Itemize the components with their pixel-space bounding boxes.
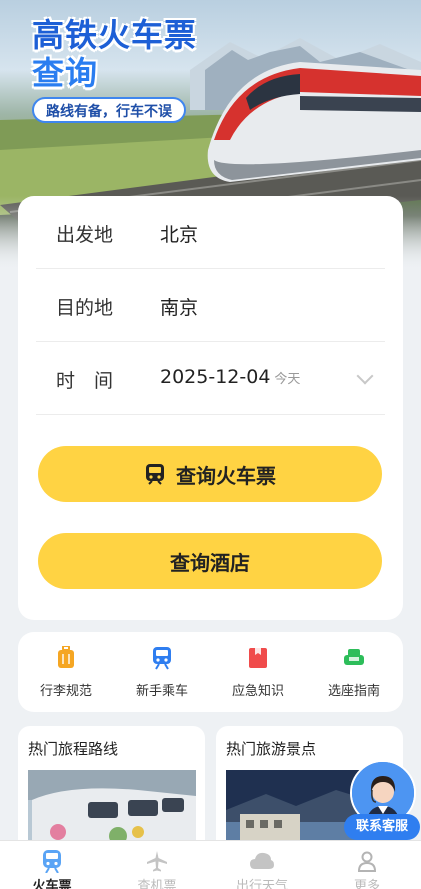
quick-link-luggage[interactable]: 行李规范 [18, 646, 114, 699]
departure-value[interactable]: 北京 [160, 220, 198, 247]
tab-label: 更多 [353, 879, 380, 889]
date-value[interactable]: 2025-12-04 今天 [160, 366, 300, 388]
bottom-tab-bar: 火车票 查机票 出行天气 更多 [0, 840, 421, 889]
luggage-icon [58, 646, 74, 668]
destination-value[interactable]: 南京 [160, 293, 198, 320]
hero-title-line1: 高铁火车票 [32, 16, 198, 54]
departure-row[interactable]: 出发地 北京 [36, 196, 385, 269]
quick-link-label: 新手乘车 [135, 684, 188, 699]
search-hotel-label: 查询酒店 [170, 550, 250, 575]
train-icon [153, 647, 171, 670]
hero-subtitle: 路线有备，行车不误 [32, 97, 186, 123]
search-train-button[interactable]: 查询火车票 [38, 446, 382, 502]
tab-more[interactable]: 更多 [317, 849, 417, 889]
plane-icon [147, 851, 167, 872]
quick-link-beginner[interactable]: 新手乘车 [114, 646, 210, 699]
tab-flights[interactable]: 查机票 [107, 849, 207, 889]
customer-service-label: 联系客服 [344, 814, 420, 840]
tab-label: 火车票 [32, 879, 72, 889]
date-text: 2025-12-04 [160, 366, 271, 388]
train-icon [43, 850, 61, 873]
departure-label: 出发地 [56, 224, 114, 246]
hero-title: 高铁火车票 查询 [32, 16, 197, 92]
chevron-down-icon[interactable] [356, 367, 374, 385]
quick-links-bar: 行李规范 新手乘车 应急知识 选座指南 [18, 632, 403, 712]
date-label: 时 间 [56, 370, 114, 392]
tab-label: 查机票 [137, 879, 177, 889]
customer-service-button[interactable]: 联系客服 [344, 760, 420, 840]
destination-row[interactable]: 目的地 南京 [36, 269, 385, 342]
quick-link-seat[interactable]: 选座指南 [306, 646, 402, 699]
train-icon [146, 464, 164, 485]
date-today-note: 今天 [274, 372, 301, 387]
seat-icon [344, 649, 364, 665]
tab-train-tickets[interactable]: 火车票 [2, 849, 102, 889]
search-hotel-button[interactable]: 查询酒店 [38, 533, 382, 589]
date-row[interactable]: 时 间 2025-12-04 今天 [36, 342, 385, 415]
first-aid-icon [249, 648, 267, 668]
quick-link-label: 选座指南 [327, 684, 380, 699]
quick-link-emergency[interactable]: 应急知识 [210, 646, 306, 699]
cloud-icon [250, 852, 274, 869]
quick-link-label: 行李规范 [39, 684, 92, 699]
destination-label: 目的地 [56, 297, 114, 319]
hero-title-line2: 查询 [32, 54, 99, 92]
search-train-label: 查询火车票 [176, 463, 276, 488]
tab-weather[interactable]: 出行天气 [212, 849, 312, 889]
tab-label: 出行天气 [235, 879, 288, 889]
hot-attractions-title: 热门旅游景点 [226, 740, 317, 758]
hot-routes-title: 热门旅程路线 [28, 740, 119, 758]
quick-link-label: 应急知识 [231, 684, 284, 699]
person-icon [357, 851, 377, 872]
search-form-card: 出发地 北京 目的地 南京 时 间 2025-12-04 今天 查询火车票 查询酒… [18, 196, 403, 620]
